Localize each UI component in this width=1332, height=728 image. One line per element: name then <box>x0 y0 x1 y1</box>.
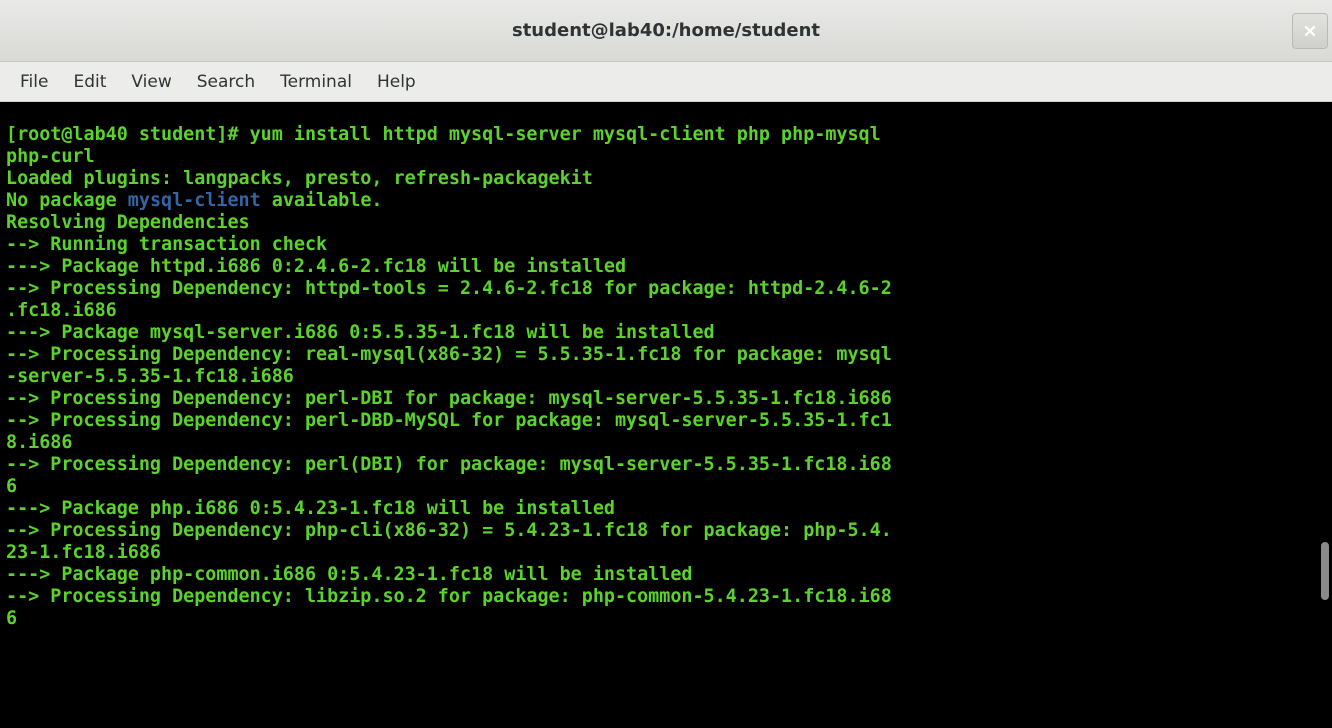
terminal-line: Resolving Dependencies <box>6 212 250 233</box>
terminal-line: --> Processing Dependency: real-mysql(x8… <box>6 344 892 365</box>
no-package-suffix: available. <box>260 190 383 211</box>
menu-edit[interactable]: Edit <box>73 72 106 92</box>
missing-package-name: mysql-client <box>127 190 261 211</box>
terminal-line: --> Processing Dependency: httpd-tools =… <box>6 278 892 299</box>
terminal-line: 6 <box>6 608 18 629</box>
terminal-line: ---> Package php-common.i686 0:5.4.23-1.… <box>6 564 693 585</box>
terminal-line: --> Processing Dependency: perl-DBD-MySQ… <box>6 410 892 431</box>
terminal-line: ---> Package httpd.i686 0:2.4.6-2.fc18 w… <box>6 256 627 277</box>
terminal-line: Loaded plugins: langpacks, presto, refre… <box>6 168 593 189</box>
menu-help[interactable]: Help <box>377 72 416 92</box>
terminal-line: -server-5.5.35-1.fc18.i686 <box>6 366 294 387</box>
menu-bar: File Edit View Search Terminal Help <box>0 62 1332 102</box>
terminal-line: --> Processing Dependency: php-cli(x86-3… <box>6 520 892 541</box>
terminal-line: 8.i686 <box>6 432 73 453</box>
terminal-line: ---> Package mysql-server.i686 0:5.5.35-… <box>6 322 715 343</box>
terminal-line: --> Running transaction check <box>6 234 328 255</box>
scrollbar-thumb[interactable] <box>1321 542 1329 600</box>
terminal-line: --> Processing Dependency: libzip.so.2 f… <box>6 586 892 607</box>
window-title: student@lab40:/home/student <box>511 20 821 41</box>
title-bar[interactable]: student@lab40:/home/student <box>0 0 1332 62</box>
terminal-line: php-curl <box>6 146 95 167</box>
menu-terminal[interactable]: Terminal <box>280 72 352 92</box>
close-button[interactable] <box>1292 13 1328 49</box>
terminal-line: 6 <box>6 476 18 497</box>
menu-search[interactable]: Search <box>197 72 255 92</box>
no-package-prefix: No package <box>6 190 128 211</box>
terminal-line: --> Processing Dependency: perl-DBI for … <box>6 388 892 409</box>
menu-view[interactable]: View <box>131 72 171 92</box>
terminal-line: 23-1.fc18.i686 <box>6 542 162 563</box>
terminal-scrollbar[interactable] <box>1318 102 1332 728</box>
terminal-line: [root@lab40 student]# yum install httpd … <box>6 124 881 145</box>
terminal-line: .fc18.i686 <box>6 300 117 321</box>
menu-file[interactable]: File <box>20 72 48 92</box>
terminal-output[interactable]: [root@lab40 student]# yum install httpd … <box>0 102 1318 728</box>
close-icon <box>1304 25 1316 37</box>
terminal-line-no-package: No package mysql-client available. <box>6 190 1318 212</box>
terminal-line: --> Processing Dependency: perl(DBI) for… <box>6 454 892 475</box>
terminal-line: ---> Package php.i686 0:5.4.23-1.fc18 wi… <box>6 498 615 519</box>
